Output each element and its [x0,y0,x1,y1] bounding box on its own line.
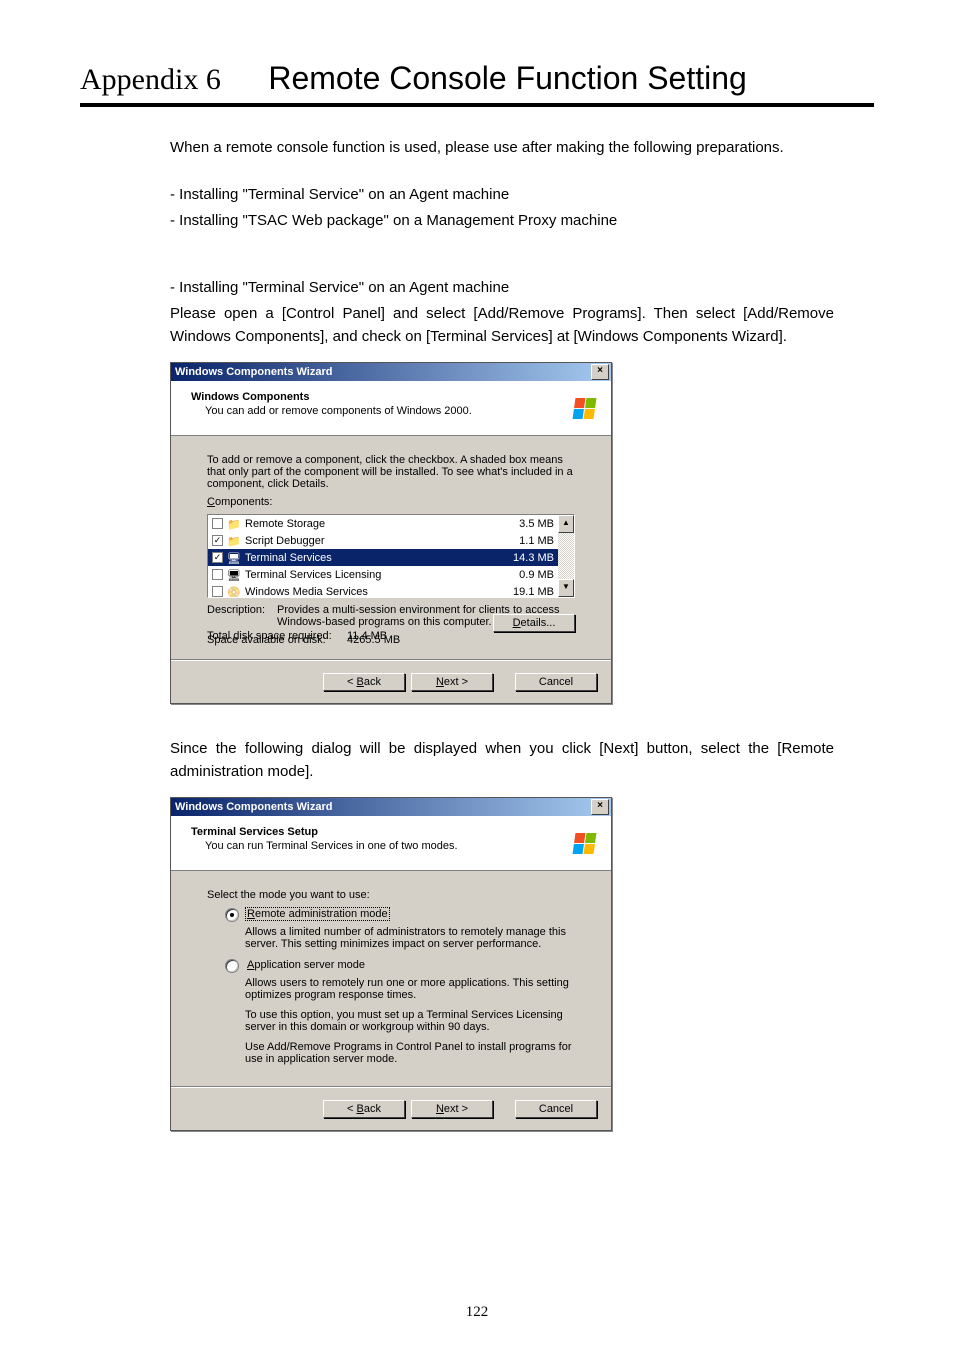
folder-icon: 📁 [227,535,241,547]
item-size: 1.1 MB [504,535,554,547]
folder-icon: 📁 [227,518,241,530]
banner-title: Terminal Services Setup [191,826,561,838]
section-heading: - Installing "Terminal Service" on an Ag… [170,277,834,300]
terminal-icon: 🖥 [227,569,241,581]
disk-avail-value: 4265.5 MB [347,634,417,646]
list-item[interactable]: 📁 Remote Storage 3.5 MB [208,515,558,532]
cancel-button[interactable]: Cancel [515,673,597,691]
radio-description: Use Add/Remove Programs in Control Panel… [245,1041,575,1065]
banner-subtitle: You can add or remove components of Wind… [205,405,561,417]
scroll-up-icon[interactable]: ▲ [558,515,574,533]
radio-option-remote[interactable]: Remote administration mode [225,907,575,922]
cancel-button[interactable]: Cancel [515,1100,597,1118]
desc-label: Description: [207,604,277,628]
next-button[interactable]: Next > [411,673,493,691]
close-icon[interactable]: × [591,364,609,380]
windows-logo-icon [567,826,601,860]
page-heading: Appendix 6 Remote Console Function Setti… [80,60,874,107]
close-icon[interactable]: × [591,799,609,815]
radio-option-appserver[interactable]: Application server mode [225,958,575,973]
heading-title: Remote Console Function Setting [268,60,746,96]
item-size: 3.5 MB [504,518,554,530]
dialog-footer: < Back Next > Cancel [171,660,611,703]
item-name: Terminal Services [245,552,504,564]
dialog-title: Windows Components Wizard [175,801,332,813]
components-label: Components: [207,496,575,508]
dialog-footer: < Back Next > Cancel [171,1087,611,1130]
scroll-down-icon[interactable]: ▼ [558,579,574,597]
checkbox[interactable]: ✓ [212,552,223,563]
list-item[interactable]: ✓ 🖥 Terminal Services 14.3 MB [208,549,558,566]
banner-subtitle: You can run Terminal Services in one of … [205,840,561,852]
item-size: 19.1 MB [504,586,554,598]
dialog-content: To add or remove a component, click the … [171,436,611,660]
instruction-text: To add or remove a component, click the … [207,454,575,490]
item-name: Windows Media Services [245,586,504,598]
radio-description: Allows users to remotely run one or more… [245,977,575,1001]
bullet-2: - Installing "TSAC Web package" on a Man… [170,210,834,233]
next-button[interactable]: Next > [411,1100,493,1118]
wizard-dialog-1: Windows Components Wizard × Windows Comp… [170,362,612,704]
banner-title: Windows Components [191,391,561,403]
windows-logo-icon [567,391,601,425]
scrollbar[interactable]: ▲ ▼ [558,515,574,597]
item-size: 0.9 MB [504,569,554,581]
media-icon: 📀 [227,586,241,598]
dialog-banner: Terminal Services Setup You can run Term… [171,816,611,871]
radio-button[interactable] [225,959,239,973]
scrollbar-track[interactable] [558,533,574,579]
back-button[interactable]: < Back [323,1100,405,1118]
page-number: 122 [0,1304,954,1321]
dialog-title: Windows Components Wizard [175,366,332,378]
body-text: When a remote console function is used, … [170,137,834,348]
select-mode-label: Select the mode you want to use: [207,889,575,901]
radio-button[interactable] [225,908,239,922]
radio-label: Application server mode [245,958,367,972]
checkbox[interactable] [212,586,223,597]
radio-description: To use this option, you must set up a Te… [245,1009,575,1033]
item-name: Script Debugger [245,535,504,547]
item-name: Terminal Services Licensing [245,569,504,581]
mid-paragraph: Since the following dialog will be displ… [170,738,834,783]
document-page: Appendix 6 Remote Console Function Setti… [0,0,954,1351]
body-text: Since the following dialog will be displ… [170,718,834,783]
back-button[interactable]: < Back [323,673,405,691]
radio-description: Allows a limited number of administrator… [245,926,575,950]
item-name: Remote Storage [245,518,504,530]
disk-avail-row: Space available on disk: 4265.5 MB [207,634,575,646]
appendix-label: Appendix 6 [80,63,221,96]
list-item[interactable]: ✓ 📁 Script Debugger 1.1 MB [208,532,558,549]
radio-label: Remote administration mode [245,907,390,921]
checkbox[interactable]: ✓ [212,535,223,546]
checkbox[interactable] [212,518,223,529]
dialog-banner: Windows Components You can add or remove… [171,381,611,436]
intro-paragraph: When a remote console function is used, … [170,137,834,160]
bullet-1: - Installing "Terminal Service" on an Ag… [170,184,834,207]
disk-avail-label: Space available on disk: [207,634,347,646]
wizard-dialog-2: Windows Components Wizard × Terminal Ser… [170,797,612,1131]
section-paragraph: Please open a [Control Panel] and select… [170,303,834,348]
terminal-icon: 🖥 [227,552,241,564]
list-item[interactable]: 📀 Windows Media Services 19.1 MB [208,583,558,597]
details-button[interactable]: Details... [493,614,575,632]
item-size: 14.3 MB [504,552,554,564]
titlebar[interactable]: Windows Components Wizard × [171,363,611,381]
components-listbox[interactable]: 📁 Remote Storage 3.5 MB ✓ 📁 Script Debug… [207,514,575,598]
dialog-content: Select the mode you want to use: Remote … [171,871,611,1087]
titlebar[interactable]: Windows Components Wizard × [171,798,611,816]
checkbox[interactable] [212,569,223,580]
list-item[interactable]: 🖥 Terminal Services Licensing 0.9 MB [208,566,558,583]
